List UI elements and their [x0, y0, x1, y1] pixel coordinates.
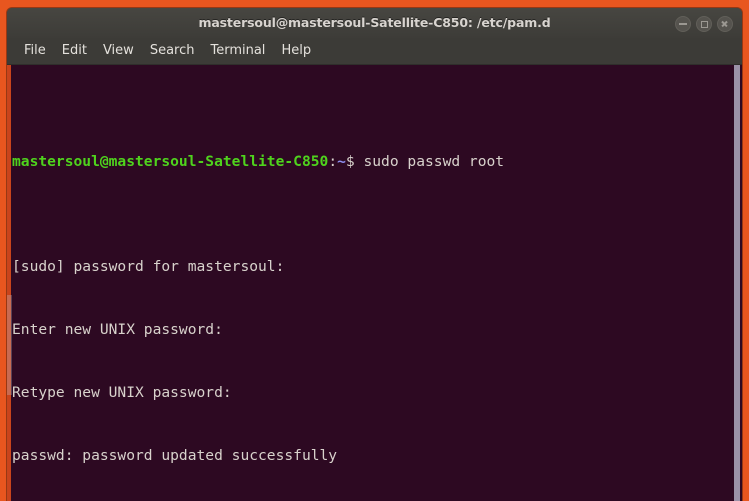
- close-button[interactable]: [717, 16, 733, 32]
- terminal-line: mastersoul@mastersoul-Satellite-C850:~$ …: [12, 151, 730, 172]
- terminal-line: [sudo] password for mastersoul:: [12, 258, 285, 275]
- window-titlebar[interactable]: mastersoul@mastersoul-Satellite-C850: /e…: [7, 8, 742, 38]
- command-text: sudo passwd root: [354, 153, 505, 170]
- terminal-line: passwd: password updated successfully: [12, 447, 338, 464]
- left-scrollbar-thumb[interactable]: [7, 295, 12, 395]
- window-title: mastersoul@mastersoul-Satellite-C850: /e…: [198, 15, 551, 30]
- menu-item-edit[interactable]: Edit: [54, 41, 95, 61]
- prompt-symbol: $: [345, 153, 355, 170]
- terminal-screen-area[interactable]: mastersoul@mastersoul-Satellite-C850:~$ …: [7, 65, 742, 501]
- scrollbar-track[interactable]: [733, 65, 742, 501]
- window-controls: [675, 16, 733, 32]
- prompt-user-host: mastersoul@mastersoul-Satellite-C850: [12, 153, 329, 170]
- menu-item-file[interactable]: File: [16, 41, 54, 61]
- maximize-button[interactable]: [696, 16, 712, 32]
- menu-item-view[interactable]: View: [95, 41, 142, 61]
- menu-item-terminal[interactable]: Terminal: [202, 41, 273, 61]
- prompt-colon: :: [328, 153, 338, 170]
- menubar: File Edit View Search Terminal Help: [7, 38, 742, 65]
- terminal-output[interactable]: mastersoul@mastersoul-Satellite-C850:~$ …: [12, 67, 730, 501]
- desktop-background: mastersoul@mastersoul-Satellite-C850: /e…: [0, 0, 749, 501]
- menu-item-search[interactable]: Search: [142, 41, 203, 61]
- prompt-path: ~: [337, 153, 346, 170]
- minimize-button[interactable]: [675, 16, 691, 32]
- terminal-line: Enter new UNIX password:: [12, 321, 223, 338]
- menu-item-help[interactable]: Help: [273, 41, 319, 61]
- terminal-line: Retype new UNIX password:: [12, 384, 232, 401]
- scrollbar-thumb[interactable]: [734, 65, 740, 501]
- terminal-window: mastersoul@mastersoul-Satellite-C850: /e…: [7, 8, 742, 501]
- window-left-edge-stripe: [7, 65, 11, 501]
